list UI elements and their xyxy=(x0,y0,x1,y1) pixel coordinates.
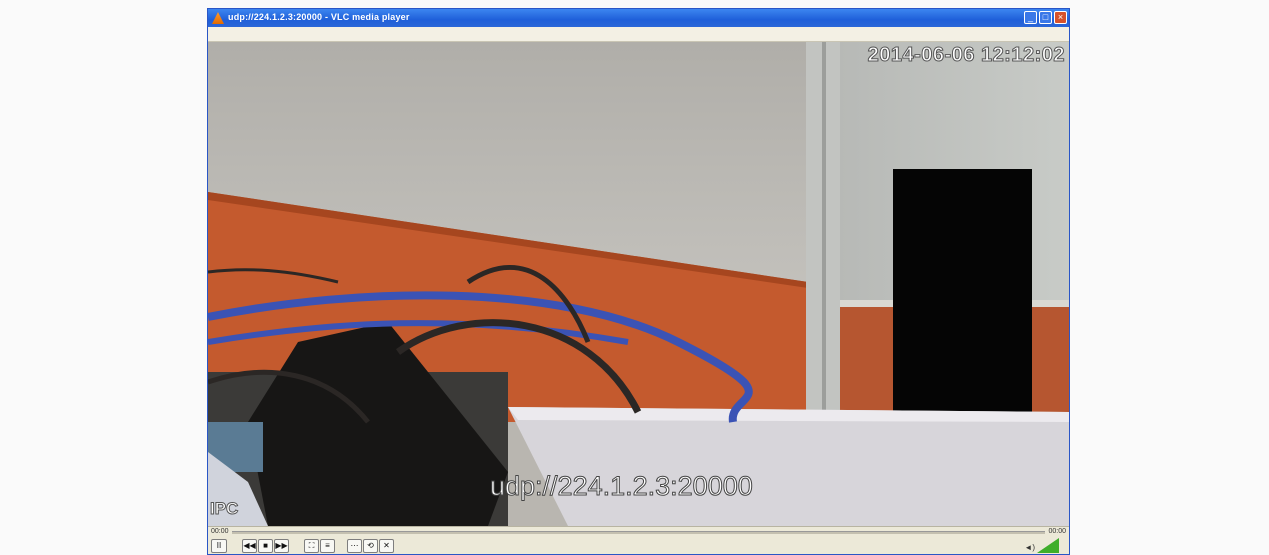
menu-bar[interactable] xyxy=(208,27,1069,42)
maximize-button[interactable]: □ xyxy=(1039,11,1052,24)
pause-button[interactable]: II xyxy=(211,539,227,553)
extended-settings-button[interactable]: ⋯ xyxy=(347,539,362,553)
speaker-icon[interactable]: ◄) xyxy=(1024,543,1035,552)
remaining-time: 00:00 xyxy=(1048,528,1066,535)
camera-label: IPC xyxy=(209,499,239,519)
vlc-cone-icon xyxy=(212,12,224,24)
shuffle-button[interactable]: ✕ xyxy=(379,539,394,553)
video-display[interactable]: 2014-06-06 12:12:02 udp://224.1.2.3:2000… xyxy=(208,42,1069,526)
previous-button[interactable]: ◀◀ xyxy=(242,539,257,553)
elapsed-time: 00:00 xyxy=(211,528,229,535)
fullscreen-button[interactable]: ⛶ xyxy=(304,539,319,553)
timestamp-overlay: 2014-06-06 12:12:02 xyxy=(867,44,1065,67)
playlist-button[interactable]: ≡ xyxy=(320,539,335,553)
next-button[interactable]: ▶▶ xyxy=(274,539,289,553)
stream-url-overlay: udp://224.1.2.3:20000 xyxy=(490,471,754,502)
control-bar: 00:00 00:00 II ◀◀ ■ ▶▶ ⛶ ≡ ⋯ ⟲ ✕ ◄) xyxy=(208,526,1069,554)
title-bar[interactable]: udp://224.1.2.3:20000 - VLC media player… xyxy=(208,9,1069,27)
vlc-window: udp://224.1.2.3:20000 - VLC media player… xyxy=(207,8,1070,555)
window-title: udp://224.1.2.3:20000 - VLC media player xyxy=(228,12,410,22)
close-button[interactable]: × xyxy=(1054,11,1067,24)
seek-slider[interactable] xyxy=(232,531,1045,534)
minimize-button[interactable]: _ xyxy=(1024,11,1037,24)
stop-button[interactable]: ■ xyxy=(258,539,273,553)
camera-frame xyxy=(208,42,1069,526)
loop-button[interactable]: ⟲ xyxy=(363,539,378,553)
seek-row: 00:00 00:00 xyxy=(208,527,1069,537)
volume-slider[interactable] xyxy=(1037,538,1059,553)
